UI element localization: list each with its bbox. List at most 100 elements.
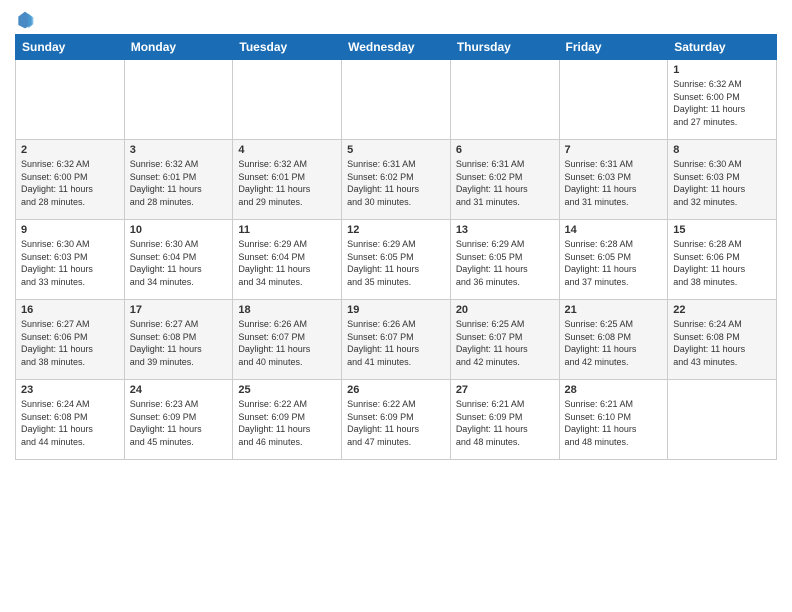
- day-number: 16: [21, 304, 119, 316]
- day-number: 2: [21, 144, 119, 156]
- day-number: 18: [238, 304, 336, 316]
- day-info: Sunrise: 6:32 AM Sunset: 6:01 PM Dayligh…: [238, 158, 336, 208]
- day-number: 3: [130, 144, 228, 156]
- day-info: Sunrise: 6:21 AM Sunset: 6:09 PM Dayligh…: [456, 398, 554, 448]
- calendar-day-cell: 19Sunrise: 6:26 AM Sunset: 6:07 PM Dayli…: [342, 300, 451, 380]
- day-number: 23: [21, 384, 119, 396]
- weekday-header: Monday: [124, 35, 233, 60]
- day-number: 13: [456, 224, 554, 236]
- calendar-day-cell: 23 Sunrise: 6:24 AM Sunset: 6:08 PM Dayli…: [16, 380, 125, 460]
- day-info: Sunrise: 6:32 AM Sunset: 6:00 PM Dayligh…: [673, 78, 771, 128]
- weekday-header: Thursday: [450, 35, 559, 60]
- day-info: Sunrise: 6:30 AM Sunset: 6:04 PM Dayligh…: [130, 238, 228, 288]
- day-number: 10: [130, 224, 228, 236]
- day-info: Sunrise: 6:24 AM Sunset: 6:08 PM Dayligh…: [673, 318, 771, 368]
- calendar-week-row: 1Sunrise: 6:32 AM Sunset: 6:00 PM Daylig…: [16, 60, 777, 140]
- calendar-day-cell: 18 Sunrise: 6:26 AM Sunset: 6:07 PM Dayli…: [233, 300, 342, 380]
- day-info: Sunrise: 6:30 AM Sunset: 6:03 PM Dayligh…: [673, 158, 771, 208]
- weekday-header: Saturday: [668, 35, 777, 60]
- weekday-header: Wednesday: [342, 35, 451, 60]
- day-info: Sunrise: 6:31 AM Sunset: 6:02 PM Dayligh…: [347, 158, 445, 208]
- day-number: 4: [238, 144, 336, 156]
- day-number: 8: [673, 144, 771, 156]
- calendar-day-cell: 16 Sunrise: 6:27 AM Sunset: 6:06 PM Dayli…: [16, 300, 125, 380]
- day-info: Sunrise: 6:29 AM Sunset: 6:05 PM Dayligh…: [456, 238, 554, 288]
- calendar-day-cell: 15Sunrise: 6:28 AM Sunset: 6:06 PM Dayli…: [668, 220, 777, 300]
- calendar-day-cell: [559, 60, 668, 140]
- day-info: Sunrise: 6:30 AM Sunset: 6:03 PM Dayligh…: [21, 238, 119, 288]
- calendar-day-cell: 3 Sunrise: 6:32 AM Sunset: 6:01 PM Daylig…: [124, 140, 233, 220]
- calendar-day-cell: 20 Sunrise: 6:25 AM Sunset: 6:07 PM Dayli…: [450, 300, 559, 380]
- calendar-day-cell: 27 Sunrise: 6:21 AM Sunset: 6:09 PM Dayli…: [450, 380, 559, 460]
- calendar-day-cell: 9 Sunrise: 6:30 AM Sunset: 6:03 PM Daylig…: [16, 220, 125, 300]
- header: [15, 10, 777, 30]
- page-container: SundayMondayTuesdayWednesdayThursdayFrid…: [0, 0, 792, 470]
- calendar-day-cell: 25 Sunrise: 6:22 AM Sunset: 6:09 PM Dayli…: [233, 380, 342, 460]
- calendar-day-cell: 4 Sunrise: 6:32 AM Sunset: 6:01 PM Daylig…: [233, 140, 342, 220]
- calendar-day-cell: [233, 60, 342, 140]
- day-info: Sunrise: 6:29 AM Sunset: 6:05 PM Dayligh…: [347, 238, 445, 288]
- calendar-day-cell: 28 Sunrise: 6:21 AM Sunset: 6:10 PM Dayli…: [559, 380, 668, 460]
- day-number: 22: [673, 304, 771, 316]
- calendar-day-cell: 7 Sunrise: 6:31 AM Sunset: 6:03 PM Daylig…: [559, 140, 668, 220]
- day-number: 24: [130, 384, 228, 396]
- day-number: 25: [238, 384, 336, 396]
- day-info: Sunrise: 6:25 AM Sunset: 6:07 PM Dayligh…: [456, 318, 554, 368]
- day-info: Sunrise: 6:32 AM Sunset: 6:01 PM Dayligh…: [130, 158, 228, 208]
- calendar-day-cell: 1Sunrise: 6:32 AM Sunset: 6:00 PM Daylig…: [668, 60, 777, 140]
- calendar-week-row: 16 Sunrise: 6:27 AM Sunset: 6:06 PM Dayli…: [16, 300, 777, 380]
- calendar-week-row: 9 Sunrise: 6:30 AM Sunset: 6:03 PM Daylig…: [16, 220, 777, 300]
- day-info: Sunrise: 6:27 AM Sunset: 6:06 PM Dayligh…: [21, 318, 119, 368]
- day-number: 14: [565, 224, 663, 236]
- day-info: Sunrise: 6:22 AM Sunset: 6:09 PM Dayligh…: [238, 398, 336, 448]
- day-info: Sunrise: 6:21 AM Sunset: 6:10 PM Dayligh…: [565, 398, 663, 448]
- logo-icon: [15, 10, 35, 30]
- calendar-day-cell: [124, 60, 233, 140]
- weekday-header: Tuesday: [233, 35, 342, 60]
- calendar-day-cell: 22 Sunrise: 6:24 AM Sunset: 6:08 PM Dayli…: [668, 300, 777, 380]
- calendar-table: SundayMondayTuesdayWednesdayThursdayFrid…: [15, 34, 777, 460]
- day-number: 11: [238, 224, 336, 236]
- calendar-day-cell: 5Sunrise: 6:31 AM Sunset: 6:02 PM Daylig…: [342, 140, 451, 220]
- day-info: Sunrise: 6:22 AM Sunset: 6:09 PM Dayligh…: [347, 398, 445, 448]
- calendar-day-cell: [668, 380, 777, 460]
- day-number: 27: [456, 384, 554, 396]
- day-info: Sunrise: 6:29 AM Sunset: 6:04 PM Dayligh…: [238, 238, 336, 288]
- calendar-day-cell: 2 Sunrise: 6:32 AM Sunset: 6:00 PM Daylig…: [16, 140, 125, 220]
- day-info: Sunrise: 6:23 AM Sunset: 6:09 PM Dayligh…: [130, 398, 228, 448]
- calendar-day-cell: 6 Sunrise: 6:31 AM Sunset: 6:02 PM Daylig…: [450, 140, 559, 220]
- calendar-day-cell: [450, 60, 559, 140]
- calendar-week-row: 2 Sunrise: 6:32 AM Sunset: 6:00 PM Daylig…: [16, 140, 777, 220]
- day-number: 21: [565, 304, 663, 316]
- day-number: 15: [673, 224, 771, 236]
- day-number: 6: [456, 144, 554, 156]
- day-info: Sunrise: 6:25 AM Sunset: 6:08 PM Dayligh…: [565, 318, 663, 368]
- calendar-day-cell: 8 Sunrise: 6:30 AM Sunset: 6:03 PM Daylig…: [668, 140, 777, 220]
- day-number: 7: [565, 144, 663, 156]
- day-number: 26: [347, 384, 445, 396]
- logo: [15, 10, 39, 30]
- calendar-day-cell: 21 Sunrise: 6:25 AM Sunset: 6:08 PM Dayli…: [559, 300, 668, 380]
- day-info: Sunrise: 6:31 AM Sunset: 6:02 PM Dayligh…: [456, 158, 554, 208]
- day-info: Sunrise: 6:31 AM Sunset: 6:03 PM Dayligh…: [565, 158, 663, 208]
- calendar-header-row: SundayMondayTuesdayWednesdayThursdayFrid…: [16, 35, 777, 60]
- calendar-day-cell: 11 Sunrise: 6:29 AM Sunset: 6:04 PM Dayli…: [233, 220, 342, 300]
- calendar-day-cell: 17 Sunrise: 6:27 AM Sunset: 6:08 PM Dayli…: [124, 300, 233, 380]
- calendar-day-cell: [16, 60, 125, 140]
- day-info: Sunrise: 6:26 AM Sunset: 6:07 PM Dayligh…: [238, 318, 336, 368]
- day-info: Sunrise: 6:24 AM Sunset: 6:08 PM Dayligh…: [21, 398, 119, 448]
- day-number: 20: [456, 304, 554, 316]
- weekday-header: Sunday: [16, 35, 125, 60]
- day-number: 28: [565, 384, 663, 396]
- day-number: 17: [130, 304, 228, 316]
- calendar-day-cell: [342, 60, 451, 140]
- calendar-day-cell: 10 Sunrise: 6:30 AM Sunset: 6:04 PM Dayli…: [124, 220, 233, 300]
- day-info: Sunrise: 6:32 AM Sunset: 6:00 PM Dayligh…: [21, 158, 119, 208]
- calendar-day-cell: 13 Sunrise: 6:29 AM Sunset: 6:05 PM Dayli…: [450, 220, 559, 300]
- day-number: 9: [21, 224, 119, 236]
- day-info: Sunrise: 6:27 AM Sunset: 6:08 PM Dayligh…: [130, 318, 228, 368]
- day-number: 12: [347, 224, 445, 236]
- calendar-day-cell: 24 Sunrise: 6:23 AM Sunset: 6:09 PM Dayli…: [124, 380, 233, 460]
- weekday-header: Friday: [559, 35, 668, 60]
- calendar-week-row: 23 Sunrise: 6:24 AM Sunset: 6:08 PM Dayli…: [16, 380, 777, 460]
